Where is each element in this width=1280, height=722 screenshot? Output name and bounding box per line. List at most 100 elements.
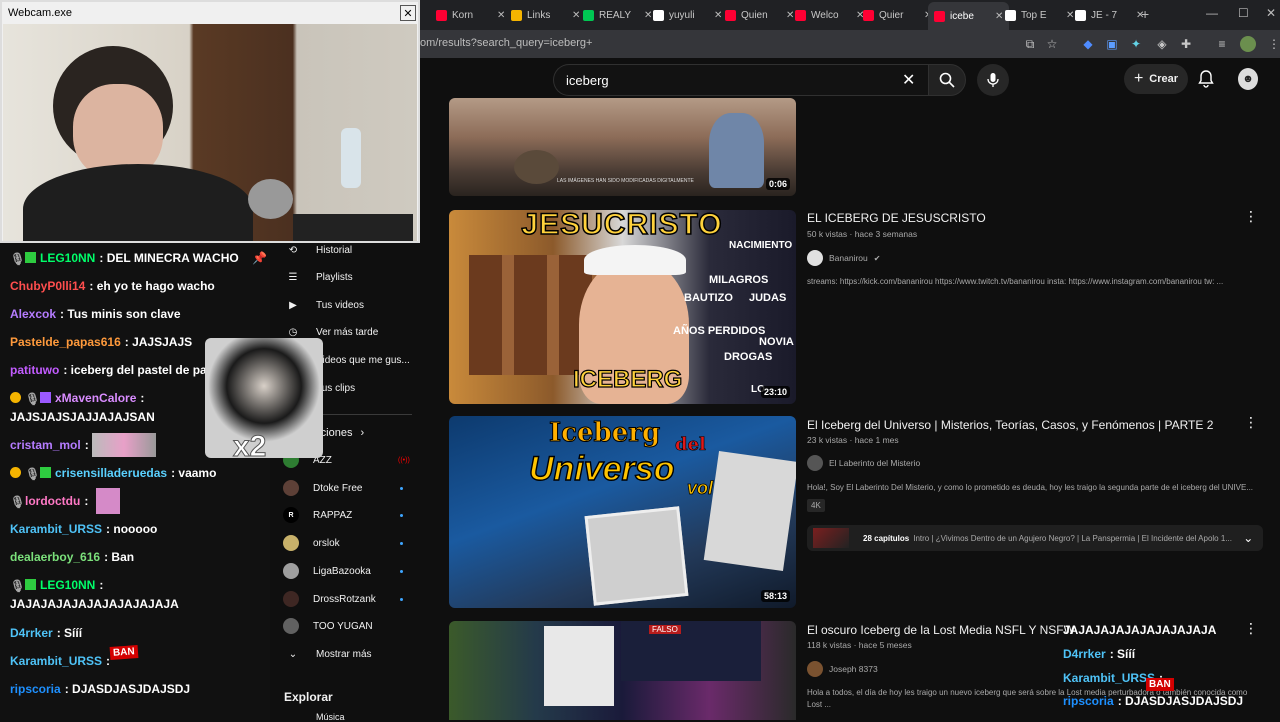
browser-tab[interactable]: JE - 7 ✕	[1075, 4, 1144, 26]
chat-message: 🎙 LEG10NN:	[10, 578, 104, 593]
close-tab-icon[interactable]: ✕	[786, 10, 794, 21]
chevron-down-icon: ⌄	[1243, 531, 1254, 545]
more-actions-icon[interactable]: ⋮	[1244, 208, 1258, 225]
thumbnail-orca	[544, 626, 614, 706]
browser-menu-icon[interactable]: ⋮	[1266, 36, 1280, 52]
browser-tab[interactable]: Links ✕	[511, 4, 580, 26]
webcam-window: Webcam.exe ✕	[0, 0, 420, 243]
account-avatar[interactable]: ☻	[1238, 68, 1258, 90]
pin-icon[interactable]: 📌	[252, 251, 267, 265]
maximize-icon[interactable]: ☐	[1238, 6, 1249, 20]
video-channel[interactable]: Bananirou ✔	[807, 250, 880, 266]
browser-tab-active[interactable]: icebe ✕	[928, 2, 1010, 30]
voice-search-button[interactable]	[977, 64, 1009, 96]
video-channel[interactable]: Joseph 8373	[807, 661, 878, 677]
new-tab-icon[interactable]: +	[1141, 6, 1149, 22]
extension-icon[interactable]: ◈	[1154, 36, 1170, 52]
clear-search-icon[interactable]: ✕	[902, 70, 915, 90]
browser-tab[interactable]: Quier✕	[863, 4, 932, 26]
thumbnail-tag: AÑOS PERDIDOS	[673, 325, 766, 337]
sidebar-item-playlists[interactable]: ☰ Playlists	[272, 265, 422, 289]
ban-hammer-emote: BAN	[109, 645, 139, 660]
video-duration: 0:06	[765, 178, 790, 190]
sidebar-channel[interactable]: LigaBazooka	[272, 559, 422, 583]
close-tab-icon[interactable]: ✕	[572, 10, 580, 21]
video-thumbnail[interactable]: LAS IMÁGENES HAN SIDO MODIFICADAS DIGITA…	[449, 98, 796, 196]
video-title[interactable]: El Iceberg del Universo | Misterios, Teo…	[807, 418, 1213, 432]
address-bar: om/results?search_query=iceberg+ ⧉ ☆ ◆ ▣…	[420, 30, 1280, 58]
minimize-icon[interactable]: —	[1206, 6, 1218, 20]
more-actions-icon[interactable]: ⋮	[1244, 414, 1258, 431]
search-button[interactable]	[928, 64, 966, 96]
notifications-button[interactable]	[1198, 70, 1214, 93]
url-field[interactable]: om/results?search_query=iceberg+	[420, 37, 592, 49]
thumbnail-tag: NOVIA	[759, 336, 794, 348]
browser-tab[interactable]: Korn ✕	[436, 4, 505, 26]
browser-tab[interactable]: yuyuli ✕	[653, 4, 722, 26]
keyboard	[293, 214, 413, 241]
thumbnail-object	[514, 150, 559, 184]
webcam-feed	[3, 24, 417, 241]
youtube-favicon-icon	[725, 9, 736, 21]
thumbnail-child	[709, 113, 764, 188]
quality-badge: 4K	[807, 499, 825, 512]
video-thumbnail[interactable]: JESUCRISTO ICEBERG NACIMIENTO MILAGROS B…	[449, 210, 796, 404]
translate-icon[interactable]: ▣	[1104, 36, 1120, 52]
close-tab-icon[interactable]: ✕	[644, 10, 652, 21]
channel-avatar	[283, 480, 299, 496]
sidebar-channel[interactable]: DrossRotzank	[272, 587, 422, 611]
video-description: streams: https://kick.com/bananirou http…	[807, 277, 1224, 286]
channel-avatar	[807, 250, 823, 266]
sidebar-channel[interactable]: orslok	[272, 531, 422, 555]
sidebar-show-more[interactable]: ⌄ Mostrar más	[272, 642, 422, 666]
new-content-dot	[400, 569, 403, 573]
gift-badge-icon	[10, 392, 21, 403]
profile-icon[interactable]	[1240, 36, 1256, 52]
extensions-puzzle-icon[interactable]: ✚	[1178, 36, 1194, 52]
close-tab-icon[interactable]: ✕	[714, 10, 722, 21]
sub-badge-icon	[25, 579, 36, 590]
chat-message-continued: JAJAJAJAJAJAJAJAJAJA	[1063, 623, 1217, 637]
chapters-preview[interactable]: 28 capítulos Intro | ¿Vivimos Dentro de …	[807, 525, 1263, 551]
video-channel[interactable]: El Laberinto del Misterio	[807, 455, 920, 471]
close-window-icon[interactable]: ✕	[1266, 6, 1276, 20]
browser-tab[interactable]: Top E ✕	[1005, 4, 1074, 26]
sidebar-channel[interactable]: TOO YUGAN	[272, 614, 422, 638]
close-tab-icon[interactable]: ✕	[497, 10, 505, 21]
thumbnail-tag: DROGAS	[724, 351, 773, 363]
chat-message: dealaerboy_616: Ban	[10, 550, 135, 564]
video-thumbnail[interactable]: Iceberg del Universo vol.2 58:13	[449, 416, 796, 608]
media-icon[interactable]: ≡	[1214, 36, 1230, 52]
browser-tab[interactable]: REALY ✕	[583, 4, 652, 26]
bookmark-star-icon[interactable]: ☆	[1044, 36, 1060, 52]
sidebar-item-your-videos[interactable]: ▶ Tus videos	[272, 293, 422, 317]
browser-tab[interactable]: Quien ✕	[725, 4, 794, 26]
browser-tab[interactable]: Welco ✕	[795, 4, 864, 26]
sidebar-channel[interactable]: R RAPPAZ	[272, 503, 422, 527]
ban-hammer-emote: BAN	[1146, 678, 1174, 691]
extension-icon[interactable]: ◆	[1080, 36, 1096, 52]
video-icon: ▶	[289, 299, 297, 311]
chat-message: Karambit_URSS: nooooo	[10, 522, 158, 536]
close-icon[interactable]: ✕	[400, 5, 416, 21]
video-title[interactable]: EL ICEBERG DE JESUSCRISTO	[807, 211, 986, 225]
chevron-right-icon: ›	[360, 427, 365, 439]
channel-avatar	[283, 618, 299, 634]
install-icon[interactable]: ⧉	[1022, 36, 1038, 52]
close-tab-icon[interactable]: ✕	[995, 11, 1003, 22]
sidebar-channel[interactable]: Dtoke Free	[272, 476, 422, 500]
close-tab-icon[interactable]: ✕	[1066, 10, 1074, 21]
emote-multiplier: x2	[232, 430, 267, 464]
search-input[interactable]: iceberg	[553, 64, 928, 96]
video-thumbnail[interactable]: FALSO	[449, 621, 796, 720]
extension-icon[interactable]: ✦	[1128, 36, 1144, 52]
tab-favicon-icon	[511, 9, 522, 21]
channel-avatar: R	[283, 507, 299, 523]
channel-avatar	[807, 661, 823, 677]
sidebar-item-music[interactable]: Música	[316, 712, 345, 722]
chat-message: 🎙 LEG10NN: DEL MINECRA WACHO	[10, 251, 239, 266]
video-title[interactable]: El oscuro Iceberg de la Lost Media NSFL …	[807, 623, 1075, 637]
tab-favicon-icon	[653, 9, 664, 21]
chapter-thumbnail	[813, 528, 849, 548]
create-button[interactable]: + Crear	[1124, 64, 1188, 94]
